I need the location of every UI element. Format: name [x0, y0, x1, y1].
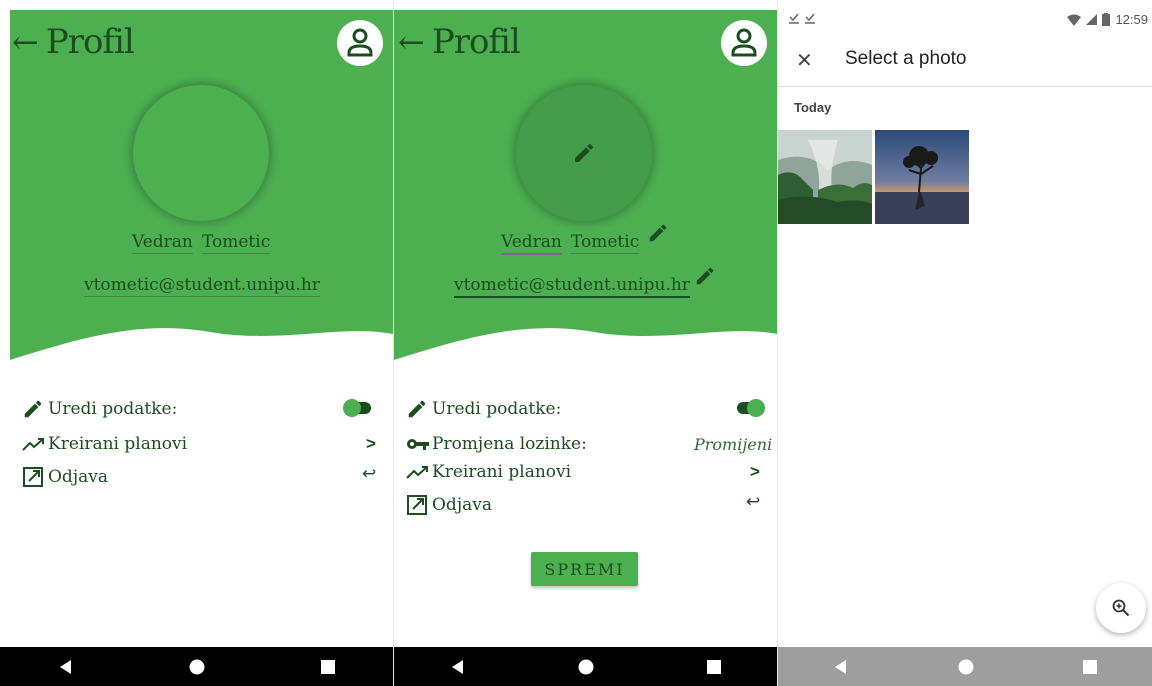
wave-divider: [394, 328, 777, 368]
logout-row[interactable]: Odjava: [406, 494, 492, 516]
back-arrow-icon[interactable]: ←: [398, 23, 425, 61]
person-icon: [347, 28, 373, 57]
photo-thumbnail[interactable]: [875, 130, 969, 224]
avatar-circle-editable[interactable]: [516, 85, 652, 221]
trending-up-icon: [22, 436, 48, 452]
page-title: ← Profil: [398, 22, 521, 62]
lone-tree-sunset-photo: [875, 130, 969, 224]
wifi-icon: [1067, 14, 1082, 26]
status-time: 12:59: [1115, 12, 1148, 27]
nav-home-icon[interactable]: [578, 659, 594, 675]
chevron-right-icon[interactable]: >: [750, 462, 760, 482]
zoom-in-icon: [1112, 599, 1130, 617]
chevron-right-icon[interactable]: >: [366, 434, 376, 454]
misty-forest-photo: [778, 130, 872, 224]
external-link-icon: [406, 494, 432, 516]
title-text: Profil: [431, 22, 521, 62]
logout-label: Odjava: [432, 495, 492, 515]
return-arrow-icon[interactable]: ↩: [746, 492, 760, 512]
profile-edit-screen: ← Profil Vedran Tometic vtometic@student.…: [394, 0, 777, 686]
created-plans-label: Kreirani planovi: [48, 434, 188, 454]
photo-thumbnail[interactable]: [778, 130, 872, 224]
back-arrow-icon[interactable]: ←: [12, 23, 39, 61]
status-bar: 12:59: [1067, 12, 1148, 27]
external-link-icon: [22, 466, 48, 488]
download-done-icon: [788, 12, 804, 27]
pencil-icon: [575, 143, 594, 162]
profile-icon-button[interactable]: [721, 20, 767, 66]
return-arrow-icon[interactable]: ↩: [362, 464, 376, 484]
change-password-label: Promjena lozinke:: [432, 434, 587, 454]
edit-data-row: Uredi podatke:: [406, 398, 561, 420]
wave-divider: [10, 328, 393, 368]
nav-back-icon[interactable]: [833, 659, 849, 675]
edit-data-row: Uredi podatke:: [22, 398, 177, 420]
profile-view-screen: ← Profil Vedran Tometic vtometic@student.…: [0, 0, 393, 686]
header-divider: [778, 86, 1152, 87]
nav-recents-icon[interactable]: [321, 659, 336, 674]
email-input[interactable]: vtometic@student.unipu.hr: [454, 275, 690, 298]
person-icon: [731, 28, 757, 57]
pencil-icon: [406, 398, 432, 420]
edit-data-toggle[interactable]: [735, 399, 765, 417]
edit-name-pencil-icon[interactable]: [647, 222, 669, 244]
nav-back-icon[interactable]: [58, 659, 74, 675]
change-password-link[interactable]: Promijeni: [694, 435, 772, 454]
first-name-input[interactable]: Vedran: [501, 232, 562, 255]
pencil-icon: [22, 398, 48, 420]
email-field[interactable]: vtometic@student.unipu.hr: [84, 275, 320, 297]
profile-icon-button[interactable]: [337, 20, 383, 66]
logout-label: Odjava: [48, 467, 108, 487]
close-icon[interactable]: ✕: [796, 48, 813, 73]
trending-up-icon: [406, 464, 432, 480]
signal-icon: [1086, 14, 1098, 25]
page-title: ← Profil: [12, 22, 135, 62]
photo-picker-screen: 12:59 ✕ Select a photo Today: [778, 0, 1152, 686]
nav-home-icon[interactable]: [189, 659, 205, 675]
title-text: Profil: [45, 22, 135, 62]
edit-data-toggle[interactable]: [343, 399, 373, 417]
picker-title: Select a photo: [845, 48, 967, 69]
change-password-row: Promjena lozinke:: [406, 434, 587, 454]
nav-recents-icon[interactable]: [1083, 659, 1098, 674]
key-icon: [406, 437, 432, 451]
battery-icon: [1102, 13, 1111, 26]
save-button[interactable]: SPREMI: [531, 552, 638, 586]
section-label: Today: [794, 100, 832, 115]
edit-email-pencil-icon[interactable]: [694, 265, 716, 287]
last-name-input[interactable]: Tometic: [571, 232, 640, 254]
nav-back-icon[interactable]: [450, 659, 466, 675]
first-name-field[interactable]: Vedran: [132, 232, 193, 254]
zoom-button[interactable]: [1096, 583, 1146, 633]
android-nav-bar: [0, 647, 393, 686]
edit-data-label: Uredi podatke:: [432, 399, 562, 419]
logout-row[interactable]: Odjava: [22, 466, 108, 488]
created-plans-label: Kreirani planovi: [432, 462, 572, 482]
avatar-circle[interactable]: [133, 85, 269, 221]
download-done-icon: [804, 12, 816, 27]
created-plans-row[interactable]: Kreirani planovi: [22, 434, 187, 454]
created-plans-row[interactable]: Kreirani planovi: [406, 462, 571, 482]
nav-home-icon[interactable]: [958, 659, 974, 675]
last-name-field[interactable]: Tometic: [202, 232, 271, 254]
edit-data-label: Uredi podatke:: [48, 399, 178, 419]
android-nav-bar: [394, 647, 777, 686]
nav-recents-icon[interactable]: [706, 659, 721, 674]
notification-icons: [788, 12, 816, 27]
android-nav-bar: [778, 647, 1152, 686]
